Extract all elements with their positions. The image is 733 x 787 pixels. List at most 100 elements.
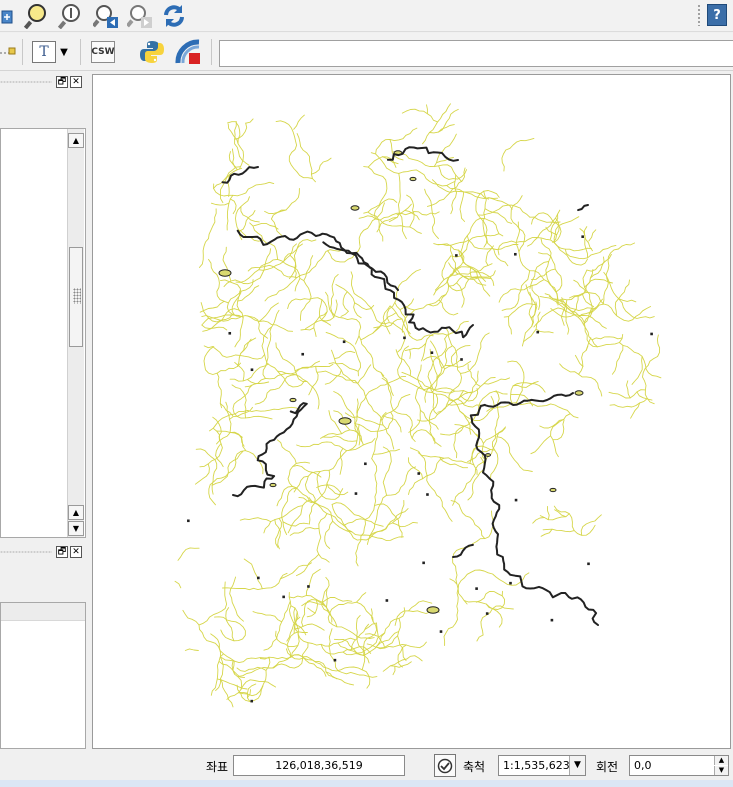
panel-close-button[interactable]: ✕ (70, 76, 82, 88)
panel-float-button[interactable]: 🗗 (56, 76, 68, 88)
panel-close-button[interactable]: ✕ (70, 546, 82, 558)
minor-river (397, 644, 407, 668)
minor-river (358, 215, 422, 234)
layers-panel-titlebar[interactable]: 🗗 ✕ (0, 74, 88, 90)
minor-river (456, 282, 465, 308)
pond-point (385, 599, 389, 602)
minor-river (212, 346, 266, 360)
minor-river (484, 208, 513, 224)
minor-river (339, 447, 344, 475)
minor-river (174, 580, 182, 589)
spin-up-icon[interactable]: ▲ (714, 756, 728, 765)
georeferencer-icon[interactable] (174, 38, 202, 66)
minor-river (210, 202, 230, 206)
minor-river (408, 457, 445, 495)
csw-button[interactable]: CSW (91, 41, 115, 63)
minor-river (388, 172, 401, 223)
minor-river (358, 335, 385, 377)
minor-river (542, 528, 575, 533)
scale-combobox[interactable]: 1:1,535,623 ▼ (498, 755, 586, 776)
minor-river (480, 605, 514, 636)
minor-river (626, 380, 631, 399)
minor-river (209, 406, 301, 432)
coordinate-field[interactable]: 126,018,36,519 (233, 755, 405, 776)
minor-river (392, 665, 396, 676)
minor-river (498, 279, 545, 303)
zoom-to-selection-icon[interactable] (22, 2, 50, 30)
layer-tree[interactable]: ▲ ▲ ▼ (0, 128, 86, 538)
scroll-up-button-2[interactable]: ▲ (68, 505, 84, 520)
browser-panel: 🗗 ✕ (0, 544, 88, 750)
pond-point (587, 562, 590, 566)
minor-river (371, 411, 387, 460)
browser-tree[interactable] (0, 602, 86, 749)
zoom-to-layer-icon[interactable] (0, 4, 16, 28)
minor-river (199, 300, 225, 313)
measure-icon[interactable] (0, 39, 16, 63)
pond-point (514, 498, 518, 502)
scroll-up-button[interactable]: ▲ (68, 133, 84, 148)
zoom-last-icon[interactable] (92, 2, 120, 30)
pond-point (333, 658, 337, 662)
pond-point (460, 358, 463, 361)
text-annotation-dropdown[interactable]: ▼ (58, 45, 70, 59)
zoom-next-icon[interactable] (126, 2, 154, 30)
minor-river (529, 261, 550, 289)
minor-river (588, 303, 652, 322)
minor-river (375, 127, 418, 155)
rotation-label: 회전 (596, 760, 619, 774)
minor-river (231, 290, 241, 316)
rotation-spinbox[interactable]: 0,0 ▲ ▼ (629, 755, 729, 776)
minor-river (539, 513, 570, 521)
minor-river (501, 137, 535, 172)
minor-river (293, 114, 305, 130)
scroll-thumb[interactable] (69, 247, 83, 347)
layer-tree-scrollbar[interactable]: ▲ ▲ ▼ (67, 129, 84, 537)
refresh-icon[interactable] (160, 2, 188, 30)
minor-river (580, 514, 602, 536)
minor-river (496, 436, 533, 472)
scroll-down-button[interactable]: ▼ (68, 521, 84, 536)
minor-river (216, 372, 223, 409)
pond-point (422, 561, 425, 565)
minor-river (459, 191, 466, 222)
browser-panel-titlebar[interactable]: 🗗 ✕ (0, 544, 88, 560)
map-canvas[interactable] (92, 74, 731, 749)
pond-point (536, 330, 540, 334)
chevron-down-icon[interactable]: ▼ (569, 756, 585, 775)
lakes-layer (187, 150, 653, 703)
major-river (354, 253, 464, 338)
zoom-native-icon[interactable] (56, 2, 84, 30)
restore-icon: 🗗 (57, 77, 67, 87)
browser-header (1, 603, 85, 621)
minor-river (305, 568, 321, 596)
minor-river (411, 429, 442, 447)
close-icon: ✕ (72, 77, 80, 87)
minor-river (229, 198, 237, 215)
help-icon[interactable]: ? (707, 4, 727, 26)
major-river (232, 402, 308, 498)
spin-down-icon[interactable]: ▼ (714, 766, 728, 775)
minor-river (400, 294, 447, 311)
python-console-icon[interactable] (138, 38, 166, 66)
minor-river (426, 167, 466, 207)
minor-river (184, 648, 199, 651)
panel-float-button[interactable]: 🗗 (56, 546, 68, 558)
minor-river (316, 513, 330, 563)
major-rivers-layer (221, 146, 599, 626)
lake (426, 606, 440, 614)
toolbar-grip[interactable] (697, 4, 701, 26)
minor-river (308, 365, 319, 396)
plugin-text-field[interactable] (219, 40, 733, 67)
minor-river (611, 344, 624, 375)
restore-icon: 🗗 (57, 547, 67, 557)
minor-river (355, 519, 366, 567)
render-toggle-button[interactable] (434, 754, 456, 777)
lake (485, 453, 491, 457)
status-bar: 좌표 126,018,36,519 축척 1:1,535,623 ▼ 회전 0,… (0, 750, 733, 780)
minor-river (443, 578, 459, 646)
minor-river (229, 576, 244, 622)
minor-river (263, 600, 291, 651)
minor-river (252, 611, 283, 623)
text-annotation-button[interactable]: T (32, 41, 56, 63)
